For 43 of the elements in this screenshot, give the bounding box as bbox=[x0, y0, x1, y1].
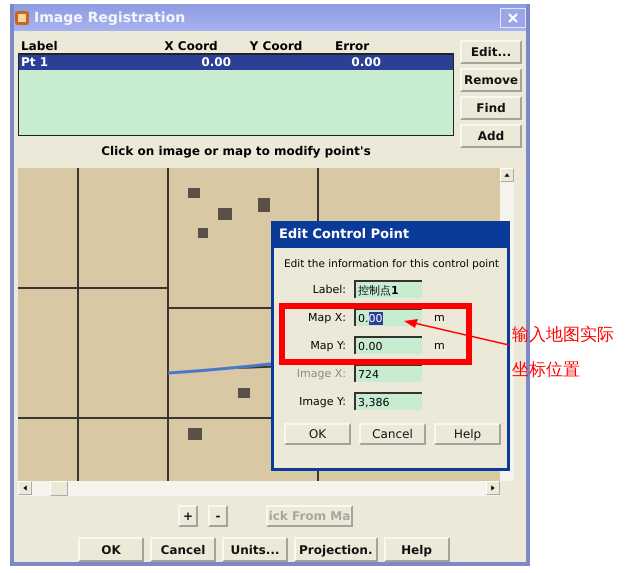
dialog-button[interactable]: Cancel bbox=[150, 537, 216, 562]
side-button[interactable]: Remove bbox=[460, 68, 522, 92]
side-button[interactable]: Find bbox=[460, 96, 522, 120]
field-label: Image X: bbox=[296, 366, 347, 380]
unit-label: m bbox=[434, 310, 445, 324]
description-text: Edit the information for this control point bbox=[284, 258, 500, 270]
list-row[interactable]: Pt 1 0.00 0.00 bbox=[19, 55, 453, 70]
close-icon bbox=[508, 12, 518, 22]
scrollbar-thumb[interactable] bbox=[50, 481, 68, 496]
close-button[interactable] bbox=[500, 8, 526, 28]
field-label: Image Y: bbox=[298, 394, 347, 408]
dialog-button[interactable]: Help bbox=[434, 423, 501, 445]
annotation-text: 坐标位置 bbox=[512, 359, 581, 381]
field-label: Map Y: bbox=[309, 338, 347, 352]
table-cell-text: Pt 1 bbox=[21, 55, 50, 70]
input-field[interactable]: 0.00 bbox=[354, 336, 422, 354]
column-header: X Coord bbox=[163, 39, 219, 53]
dialog-button[interactable]: Cancel bbox=[359, 423, 426, 445]
dialog-button[interactable]: Projection. bbox=[294, 537, 378, 562]
annotation-text: 输入地图实际 bbox=[512, 324, 614, 346]
column-header: Label bbox=[21, 39, 59, 53]
dialog-button[interactable]: OK bbox=[78, 537, 144, 562]
window-title: Image Registration bbox=[34, 10, 186, 26]
input-field[interactable]: 控制点1 bbox=[354, 280, 422, 298]
side-button[interactable]: Add bbox=[460, 124, 522, 148]
field-label: Label: bbox=[312, 282, 347, 296]
column-header: Error bbox=[334, 39, 370, 53]
app-icon bbox=[14, 10, 30, 26]
input-field[interactable]: 3,386 bbox=[354, 392, 422, 410]
zoom-button[interactable]: - bbox=[208, 505, 228, 527]
horizontal-scrollbar[interactable] bbox=[18, 481, 500, 496]
table-cell-text: 0.00 bbox=[200, 55, 231, 70]
dialog-button[interactable]: Units... bbox=[222, 537, 288, 562]
hint-text: Click on image or map to modify point's bbox=[100, 143, 372, 160]
zoom-button[interactable]: + bbox=[178, 505, 198, 527]
dialog-title: Edit Control Point bbox=[279, 227, 410, 242]
unit-label: m bbox=[434, 338, 445, 352]
dialog-button[interactable]: Help bbox=[384, 537, 450, 562]
field-label: Map X: bbox=[307, 310, 347, 324]
column-header: Y Coord bbox=[248, 39, 304, 53]
side-button[interactable]: Edit... bbox=[460, 40, 522, 64]
dialog-button[interactable]: OK bbox=[284, 423, 351, 445]
table-cell-text: 0.00 bbox=[350, 55, 381, 70]
